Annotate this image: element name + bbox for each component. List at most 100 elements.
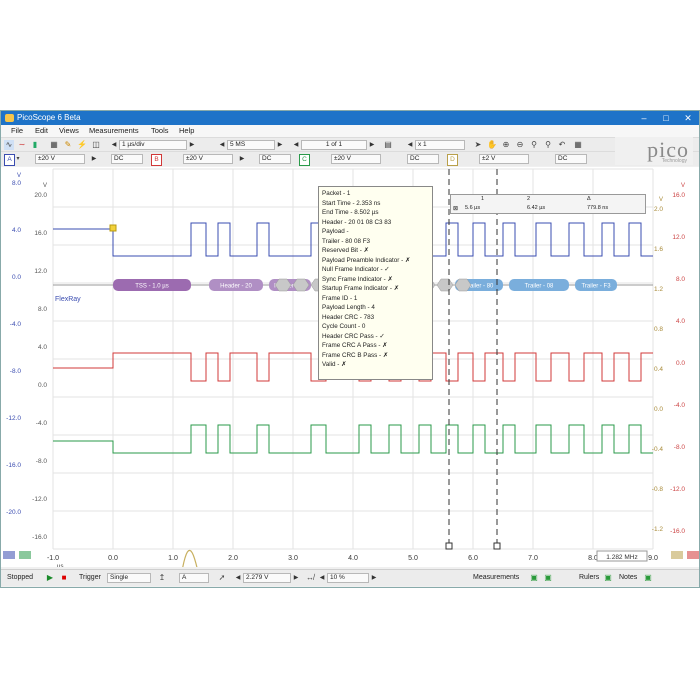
menu-tools[interactable]: Tools xyxy=(151,126,169,135)
pointer-icon[interactable]: ➤ xyxy=(473,140,483,150)
channel-c-letter[interactable]: C xyxy=(299,154,310,166)
time-ruler-handle-1[interactable] xyxy=(445,542,453,550)
trigger-mode-select[interactable]: Single xyxy=(107,573,151,583)
x-axis-unit: µs xyxy=(57,564,63,567)
channel-c-coupling-select[interactable]: DC xyxy=(407,154,439,164)
tooltip-line: Packet - 1 xyxy=(322,190,351,197)
tooltip-line: End Time - 8.502 µs xyxy=(322,209,379,216)
close-button[interactable]: ✕ xyxy=(677,111,699,125)
threshold-input[interactable]: 2.279 V xyxy=(243,573,291,583)
menu-file[interactable]: File xyxy=(11,126,23,135)
menu-views[interactable]: Views xyxy=(59,126,79,135)
trigger-direction-icon[interactable]: ➚ xyxy=(217,573,227,583)
channel-d-letter[interactable]: D xyxy=(447,154,458,166)
zoom-prev-arrow[interactable]: ◀ xyxy=(407,140,413,150)
measurements-edit-icon[interactable]: ▣ xyxy=(543,573,553,583)
left-axis-a-label: -8.0 xyxy=(10,368,22,375)
frequency-readout: 1.282 MHz xyxy=(606,554,637,561)
timebase-prev-arrow[interactable]: ◀ xyxy=(111,140,117,150)
stop-icon[interactable]: ■ xyxy=(59,573,69,583)
view-settings-icon[interactable]: ▦ xyxy=(573,140,583,150)
capture-next-arrow[interactable]: ▶ xyxy=(369,140,375,150)
channel-b-range-arrow[interactable]: ▶ xyxy=(239,154,245,164)
title-bar: PicoScope 6 Beta – □ ✕ xyxy=(1,111,699,125)
right-axis-c-label: 16.0 xyxy=(672,192,685,199)
math-channel-icon[interactable]: ◫ xyxy=(91,140,101,150)
persistence-mode-icon[interactable]: ∼ xyxy=(17,140,27,150)
channel-d-range-select[interactable]: ±2 V xyxy=(479,154,529,164)
left-axis-a-label: 8.0 xyxy=(12,180,21,187)
threshold-prev-arrow[interactable]: ◀ xyxy=(235,573,241,583)
pretrigger-input[interactable]: 10 % xyxy=(327,573,369,583)
channel-a-range-arrow[interactable]: ▶ xyxy=(91,154,97,164)
left-axis-b-label: -4.0 xyxy=(36,420,48,427)
x-tick-label: 2.0 xyxy=(228,555,238,562)
capture-counter[interactable]: 1 of 1 xyxy=(301,140,367,150)
samples-next-arrow[interactable]: ▶ xyxy=(277,140,283,150)
buffer-overview-icon[interactable]: ▤ xyxy=(383,140,393,150)
x-tick-label: 3.0 xyxy=(288,555,298,562)
zoom-in-icon[interactable]: ⊕ xyxy=(501,140,511,150)
trigger-edge-icon[interactable]: ↥ xyxy=(157,573,167,583)
channel-a-coupling-select[interactable]: DC xyxy=(111,154,143,164)
tooltip-line: Payload Preamble Indicator - ✗ xyxy=(322,256,411,264)
pretrigger-next-arrow[interactable]: ▶ xyxy=(371,573,377,583)
channel-b-range-select[interactable]: ±20 V xyxy=(183,154,233,164)
channel-chip[interactable] xyxy=(687,551,699,559)
decoder-data-byte[interactable] xyxy=(436,278,454,292)
menu-help[interactable]: Help xyxy=(179,126,194,135)
measurements-add-icon[interactable]: ▣ xyxy=(529,573,539,583)
channel-b-coupling-select[interactable]: DC xyxy=(259,154,291,164)
trigger-channel-select[interactable]: A xyxy=(179,573,209,583)
ruler-value-2: 6.42 µs xyxy=(527,205,546,211)
channel-chip[interactable] xyxy=(671,551,683,559)
capture-first-arrow[interactable]: ◀ xyxy=(293,140,299,150)
right-axis-d-label: 0.8 xyxy=(654,326,663,333)
pretrigger-prev-arrow[interactable]: ◀ xyxy=(319,573,325,583)
hand-tool-icon[interactable]: ✋ xyxy=(487,140,497,150)
timebase-next-arrow[interactable]: ▶ xyxy=(189,140,195,150)
channel-setup-icon[interactable]: ▦ xyxy=(49,140,59,150)
spectrum-mode-icon[interactable]: ▮ xyxy=(30,140,40,150)
maximize-button[interactable]: □ xyxy=(655,111,677,125)
samples-select[interactable]: 5 MS xyxy=(227,140,275,150)
probe-icon[interactable]: ✎ xyxy=(63,140,73,150)
zoom-out-icon[interactable]: ⊖ xyxy=(515,140,525,150)
signal-generator-icon[interactable]: ⚡ xyxy=(77,140,87,150)
minimize-button[interactable]: – xyxy=(633,111,655,125)
channel-b-letter[interactable]: B xyxy=(151,154,162,166)
zoom-window-icon[interactable]: ⚲ xyxy=(529,140,539,150)
channel-chip[interactable] xyxy=(19,551,31,559)
zoom-reset-icon[interactable]: ⚲ xyxy=(543,140,553,150)
tooltip-line: Null Frame Indicator - ✓ xyxy=(322,266,390,273)
right-axis-d-label: -1.2 xyxy=(652,526,664,533)
menu-edit[interactable]: Edit xyxy=(35,126,48,135)
channel-a-options-icon[interactable]: ▾ xyxy=(13,154,23,164)
right-axis-c-label: -12.0 xyxy=(670,486,685,493)
notes-button[interactable]: Notes xyxy=(619,574,637,581)
right-axis-d-label: 2.0 xyxy=(654,206,663,213)
right-axis-c-label: -8.0 xyxy=(674,444,686,451)
rulers-button[interactable]: Rulers xyxy=(579,574,599,581)
pretrigger-icon[interactable]: ↮ xyxy=(305,573,315,583)
ruler-legend[interactable]: 1 2 Δ ⊠ 5.6 µs 6.42 µs 779.8 ns xyxy=(450,194,646,214)
trigger-marker[interactable] xyxy=(109,224,117,232)
samples-prev-arrow[interactable]: ◀ xyxy=(219,140,225,150)
time-ruler-handle-2[interactable] xyxy=(493,542,501,550)
rulers-icon[interactable]: ▣ xyxy=(603,573,613,583)
scope-mode-icon[interactable]: ∿ xyxy=(4,140,14,150)
threshold-next-arrow[interactable]: ▶ xyxy=(293,573,299,583)
ruler-close-icon[interactable]: ⊠ xyxy=(453,205,458,212)
channel-c-range-select[interactable]: ±20 V xyxy=(331,154,381,164)
undo-zoom-icon[interactable]: ↶ xyxy=(557,140,567,150)
menu-measurements[interactable]: Measurements xyxy=(89,126,139,135)
start-icon[interactable]: ▶ xyxy=(45,573,55,583)
channel-d-coupling-select[interactable]: DC xyxy=(555,154,587,164)
channel-a-range-select[interactable]: ±20 V xyxy=(35,154,85,164)
measurements-button[interactable]: Measurements xyxy=(473,574,519,581)
notes-icon[interactable]: ▣ xyxy=(643,573,653,583)
channel-chip[interactable] xyxy=(3,551,15,559)
decoder-segment-label: Header - 20 xyxy=(220,284,252,290)
timebase-select[interactable]: 1 µs/div xyxy=(119,140,187,150)
zoom-select[interactable]: x 1 xyxy=(415,140,465,150)
